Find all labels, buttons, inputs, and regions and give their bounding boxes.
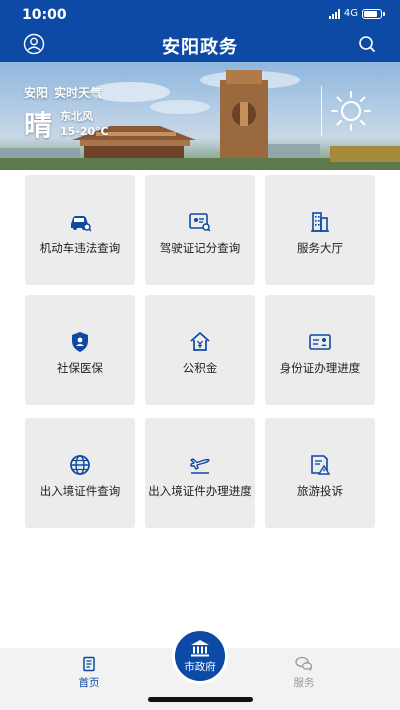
license-search-icon bbox=[188, 210, 212, 234]
home-indicator bbox=[148, 697, 253, 702]
service-housing-fund[interactable]: 公积金 bbox=[145, 295, 255, 405]
service-travel-complaint[interactable]: 旅游投诉 bbox=[265, 418, 375, 528]
government-building-icon bbox=[191, 640, 209, 657]
weather-temperature: 15-20℃ bbox=[60, 125, 109, 138]
nav-city-government[interactable]: 市政府 bbox=[172, 628, 228, 684]
page-title: 安阳政务 bbox=[162, 37, 238, 58]
service-label: 公积金 bbox=[182, 361, 218, 375]
service-hall[interactable]: 服务大厅 bbox=[265, 175, 375, 285]
app-header: 安阳政务 bbox=[0, 30, 400, 60]
house-yen-icon bbox=[188, 330, 212, 354]
weather-condition: 晴 bbox=[24, 109, 53, 142]
status-time: 10:00 bbox=[22, 7, 67, 23]
sun-icon bbox=[331, 91, 371, 131]
service-label: 旅游投诉 bbox=[297, 484, 343, 498]
id-card-icon bbox=[308, 330, 332, 354]
service-exit-entry-query[interactable]: 出入境证件查询 bbox=[25, 418, 135, 528]
weather-wind: 东北风 bbox=[60, 110, 94, 123]
plane-icon bbox=[188, 453, 212, 477]
nav-home-label: 首页 bbox=[78, 677, 100, 689]
top-bar: 10:00 4G 安阳政务 bbox=[0, 0, 400, 62]
weather-banner[interactable]: 安阳 实时天气 晴 东北风 15-20℃ bbox=[0, 62, 400, 170]
battery-icon bbox=[362, 8, 385, 19]
status-indicators: 4G bbox=[328, 8, 385, 19]
weather-label: 实时天气 bbox=[54, 86, 103, 100]
nav-service-label: 服务 bbox=[293, 677, 315, 689]
signal-icon bbox=[328, 8, 340, 19]
service-label: 驾驶证记分查询 bbox=[159, 241, 241, 255]
document-icon bbox=[83, 656, 95, 672]
weather-divider bbox=[321, 86, 322, 136]
car-search-icon bbox=[68, 210, 92, 234]
service-label: 出入境证件办理进度 bbox=[148, 484, 252, 498]
nav-service[interactable]: 服务 bbox=[274, 656, 334, 690]
service-social-insurance[interactable]: 社保医保 bbox=[25, 295, 135, 405]
service-license-points[interactable]: 驾驶证记分查询 bbox=[145, 175, 255, 285]
status-bar: 10:00 4G bbox=[0, 0, 400, 30]
service-exit-entry-progress[interactable]: 出入境证件办理进度 bbox=[145, 418, 255, 528]
network-type: 4G bbox=[343, 8, 358, 19]
chat-icon bbox=[295, 656, 313, 671]
service-label: 服务大厅 bbox=[297, 241, 343, 255]
building-icon bbox=[308, 210, 332, 234]
service-label: 机动车违法查询 bbox=[39, 241, 121, 255]
service-label: 身份证办理进度 bbox=[279, 361, 361, 375]
shield-user-icon bbox=[68, 330, 92, 354]
search-icon[interactable] bbox=[357, 34, 377, 54]
complaint-icon bbox=[308, 453, 332, 477]
weather-city: 安阳 bbox=[24, 86, 49, 100]
service-vehicle-violation[interactable]: 机动车违法查询 bbox=[25, 175, 135, 285]
nav-city-government-label: 市政府 bbox=[184, 661, 216, 673]
service-label: 社保医保 bbox=[57, 361, 103, 375]
service-id-card-progress[interactable]: 身份证办理进度 bbox=[265, 295, 375, 405]
globe-icon bbox=[68, 453, 92, 477]
nav-home[interactable]: 首页 bbox=[59, 656, 119, 690]
weather-info: 安阳 实时天气 晴 东北风 15-20℃ bbox=[24, 84, 109, 144]
service-label: 出入境证件查询 bbox=[39, 484, 121, 498]
